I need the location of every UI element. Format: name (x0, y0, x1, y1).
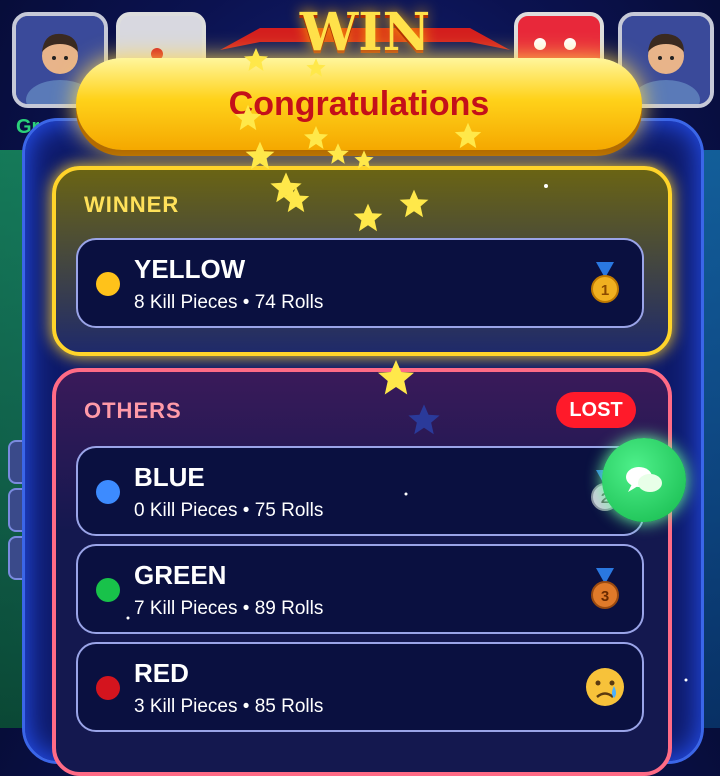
win-title: WIN (299, 2, 431, 63)
player-name: RED (134, 658, 189, 688)
bronze-medal-icon: 3 (591, 568, 619, 609)
win-banner: WIN (220, 0, 510, 63)
player-stats: 3 Kill Pieces • 85 Rolls (134, 696, 324, 717)
chat-button[interactable] (602, 438, 686, 522)
congratulations-text: Congratulations (228, 85, 490, 123)
winner-label: WINNER (84, 192, 180, 217)
congratulations-banner: Congratulations (76, 58, 642, 150)
svg-text:3: 3 (601, 588, 609, 605)
others-label: OTHERS (84, 398, 182, 423)
player-stats: 8 Kill Pieces • 74 Rolls (134, 292, 324, 313)
svg-text:1: 1 (601, 282, 609, 299)
player-color-dot (96, 578, 120, 602)
player-name: YELLOW (134, 254, 246, 284)
lost-badge: LOST (556, 392, 636, 428)
player-stats: 7 Kill Pieces • 89 Rolls (134, 598, 324, 619)
winner-row: YELLOW 8 Kill Pieces • 74 Rolls 1 (76, 238, 644, 328)
player-name: GREEN (134, 560, 227, 590)
chat-bubbles-icon (626, 467, 662, 492)
player-stats: 0 Kill Pieces • 75 Rolls (134, 500, 324, 521)
player-row-red: RED 3 Kill Pieces • 85 Rolls (76, 642, 644, 732)
player-name: BLUE (134, 462, 205, 492)
player-row-green: GREEN 7 Kill Pieces • 89 Rolls 3 (76, 544, 644, 634)
player-color-dot (96, 272, 120, 296)
player-color-dot (96, 676, 120, 700)
player-color-dot (96, 480, 120, 504)
gold-medal-icon: 1 (591, 262, 619, 303)
player-row-blue: BLUE 0 Kill Pieces • 75 Rolls 2 (76, 446, 644, 536)
crying-face-icon (586, 668, 624, 706)
